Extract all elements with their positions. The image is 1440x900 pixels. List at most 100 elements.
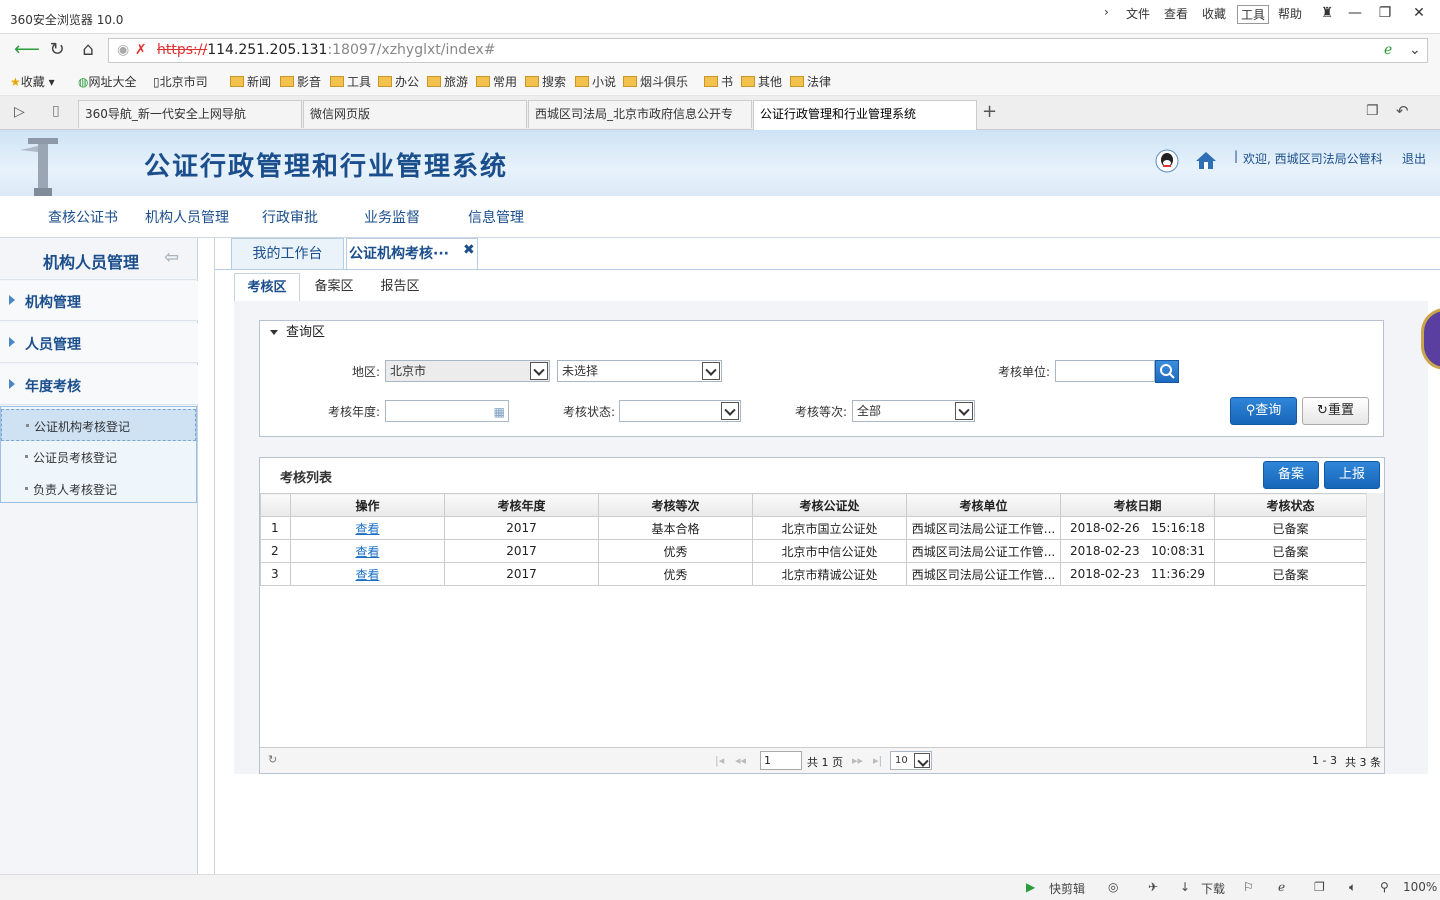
- last-page-icon[interactable]: ▸|: [873, 754, 882, 767]
- tab-notary-system[interactable]: 公证行政管理和行业管理系统: [753, 100, 977, 130]
- nav-admin-approval[interactable]: 行政审批: [262, 207, 318, 227]
- bookmark-news[interactable]: 新闻: [230, 73, 271, 90]
- nav-business-supervision[interactable]: 业务监督: [364, 207, 420, 227]
- view-link[interactable]: 查看: [355, 522, 379, 536]
- table-row[interactable]: 3 查看 2017 优秀 北京市精诚公证处 西城区司法局公证工作管... 201…: [260, 562, 1367, 586]
- bookmark-media[interactable]: 影音: [280, 73, 321, 90]
- sidebar-group-org[interactable]: 机构管理: [0, 281, 198, 321]
- menu-file[interactable]: 文件: [1126, 5, 1150, 22]
- close-icon[interactable]: ✕: [1408, 3, 1430, 23]
- subtab-review[interactable]: 考核区: [234, 273, 300, 301]
- window-icon[interactable]: ❐: [1314, 880, 1325, 894]
- table-row[interactable]: 2 查看 2017 优秀 北京市中信公证处 西城区司法局公证工作管... 201…: [260, 539, 1367, 563]
- refresh-icon[interactable]: ↻: [268, 753, 277, 766]
- bookmark-travel[interactable]: 旅游: [427, 73, 468, 90]
- download-label[interactable]: 下载: [1201, 880, 1225, 897]
- sidebar-group-personnel[interactable]: 人员管理: [0, 323, 198, 363]
- zoom-level[interactable]: 100%: [1403, 880, 1437, 894]
- tab-xicheng-justice[interactable]: 西城区司法局_北京市政府信息公开专: [528, 100, 752, 128]
- flag-icon[interactable]: ⚐: [1243, 880, 1254, 894]
- bookmark-search[interactable]: 搜索: [525, 73, 566, 90]
- tab-my-workbench[interactable]: 我的工作台: [231, 238, 344, 270]
- back-icon[interactable]: ⟵: [14, 38, 40, 62]
- volume-icon[interactable]: 🔈︎: [1349, 880, 1356, 895]
- maximize-icon[interactable]: ❐: [1374, 3, 1396, 23]
- sidebar-group-annual-review[interactable]: 年度考核: [0, 365, 198, 405]
- file-button[interactable]: 备案: [1263, 461, 1319, 489]
- bookmark-tools[interactable]: 工具: [330, 73, 371, 90]
- nav-info-management[interactable]: 信息管理: [468, 207, 524, 227]
- chevron-right-icon[interactable]: ›: [1104, 5, 1109, 19]
- page-size-select[interactable]: 10: [890, 751, 932, 770]
- url-input[interactable]: ◉ ✗ https://114.251.205.131:18097/xzhygl…: [108, 38, 1428, 63]
- prev-page-icon[interactable]: ◂◂: [735, 754, 746, 767]
- bookmark-common[interactable]: 常用: [476, 73, 517, 90]
- zoom-icon[interactable]: ⚲: [1380, 880, 1389, 894]
- query-panel-header[interactable]: 查询区: [260, 321, 1383, 345]
- status-select[interactable]: [619, 400, 741, 422]
- unit-search-button[interactable]: [1155, 360, 1179, 383]
- unit-input[interactable]: [1055, 360, 1155, 382]
- bookmark-law[interactable]: 法律: [790, 73, 831, 90]
- year-input[interactable]: ▦: [385, 400, 509, 422]
- logout-link[interactable]: 退出: [1402, 150, 1426, 167]
- menu-view[interactable]: 查看: [1164, 5, 1188, 22]
- col-grade[interactable]: 考核等次: [598, 493, 753, 517]
- col-unit[interactable]: 考核单位: [906, 493, 1061, 517]
- view-link[interactable]: 查看: [355, 568, 379, 582]
- skin-icon[interactable]: ♜: [1316, 3, 1338, 23]
- bookmark-novel[interactable]: 小说: [575, 73, 616, 90]
- refresh-icon[interactable]: ↻: [45, 38, 69, 62]
- page-input[interactable]: 1: [760, 751, 802, 770]
- region-select[interactable]: 北京市: [385, 360, 550, 382]
- clip-label[interactable]: 快剪辑: [1049, 880, 1085, 897]
- menu-favorites[interactable]: 收藏: [1202, 5, 1226, 22]
- new-tab-icon[interactable]: +: [982, 101, 997, 122]
- sidebar-item-notary-review[interactable]: 公证员考核登记: [1, 441, 196, 473]
- next-page-icon[interactable]: ▸▸: [852, 754, 863, 767]
- ie-mode-icon[interactable]: ℯ: [1384, 39, 1392, 62]
- collapse-arrow-icon[interactable]: ⇦: [164, 247, 179, 268]
- menu-tools[interactable]: 工具: [1237, 5, 1270, 24]
- bookmark-sites[interactable]: ◍网址大全: [78, 73, 137, 90]
- download-icon[interactable]: ↓: [1180, 880, 1190, 894]
- nav-org-personnel[interactable]: 机构人员管理: [145, 207, 229, 227]
- sidebar-item-leader-review[interactable]: 负责人考核登记: [1, 473, 196, 505]
- tab-wechat[interactable]: 微信网页版: [303, 100, 527, 128]
- menu-help[interactable]: 帮助: [1278, 5, 1302, 22]
- tab-360-nav[interactable]: 360导航_新一代安全上网导航: [78, 100, 302, 128]
- subtab-report[interactable]: 报告区: [369, 273, 431, 301]
- clip-icon[interactable]: ▶: [1026, 880, 1035, 894]
- table-row[interactable]: 1 查看 2017 基本合格 北京市国立公证处 西城区司法局公证工作管... 2…: [260, 516, 1367, 540]
- pin-icon[interactable]: ✈: [1148, 880, 1158, 894]
- col-status[interactable]: 考核状态: [1214, 493, 1367, 517]
- ie-icon[interactable]: ℯ: [1278, 880, 1285, 894]
- col-year[interactable]: 考核年度: [444, 493, 599, 517]
- search-button[interactable]: ⚲查询: [1230, 397, 1297, 425]
- bookmark-other[interactable]: 其他: [741, 73, 782, 90]
- undo-close-icon[interactable]: ↶: [1396, 102, 1409, 120]
- minimize-icon[interactable]: —: [1344, 3, 1366, 23]
- district-select[interactable]: 未选择: [557, 360, 722, 382]
- home-icon[interactable]: [1195, 150, 1217, 170]
- home-icon[interactable]: ⌂: [76, 38, 100, 62]
- col-office[interactable]: 考核公证处: [752, 493, 907, 517]
- bookmark-beijing[interactable]: ▯北京市司: [153, 73, 208, 90]
- qq-icon[interactable]: [1155, 149, 1179, 173]
- restore-tabs-icon[interactable]: ❐: [1366, 103, 1379, 119]
- sidebar-item-org-review[interactable]: 公证机构考核登记: [1, 409, 196, 441]
- accelerate-icon[interactable]: ◎: [1108, 880, 1118, 894]
- grade-select[interactable]: 全部: [852, 400, 975, 422]
- bookmark-books[interactable]: 书: [704, 73, 733, 90]
- close-icon[interactable]: ✖: [463, 235, 475, 265]
- tab-org-review[interactable]: 公证机构考核··· ✖: [346, 238, 478, 270]
- report-button[interactable]: 上报: [1324, 461, 1380, 489]
- calendar-icon[interactable]: ▦: [494, 402, 505, 422]
- bookmark-office[interactable]: 办公: [378, 73, 419, 90]
- bookmark-favorites[interactable]: ★收藏 ▾: [10, 73, 55, 90]
- reset-button[interactable]: ↻重置: [1302, 397, 1369, 425]
- view-link[interactable]: 查看: [355, 545, 379, 559]
- table-scrollbar[interactable]: [1366, 493, 1384, 747]
- col-date[interactable]: 考核日期: [1060, 493, 1215, 517]
- chevron-down-icon[interactable]: ⌄: [1409, 39, 1421, 62]
